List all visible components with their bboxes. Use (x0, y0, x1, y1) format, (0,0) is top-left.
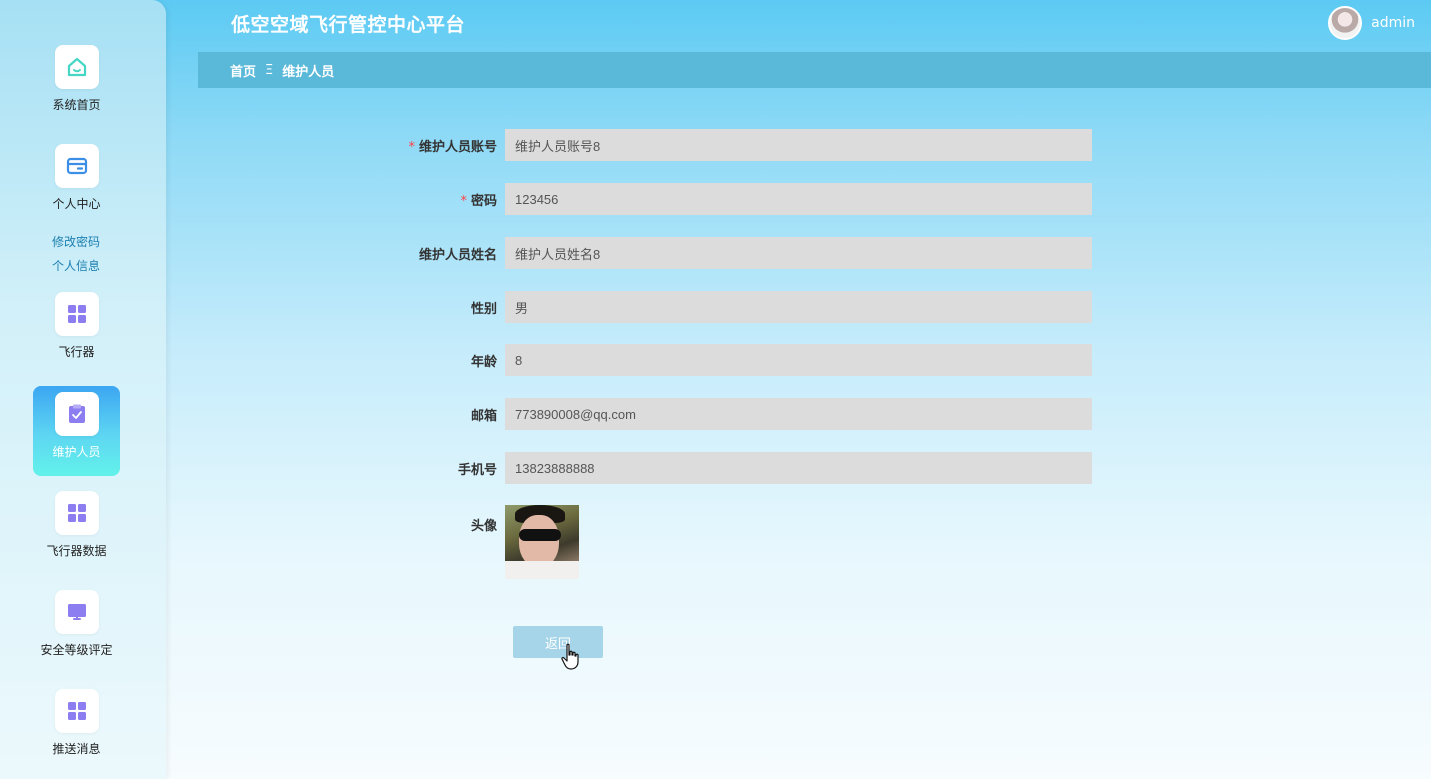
breadcrumb: 首页 Ξ 维护人员 (198, 52, 1431, 88)
breadcrumb-separator: Ξ (265, 62, 274, 78)
email-label: 邮箱 (470, 408, 497, 424)
avatar-label: 头像 (470, 519, 497, 534)
app-title: 低空空域飞行管控中心平台 (231, 14, 466, 36)
sidebar-item-home[interactable]: 系统首页 (33, 39, 120, 129)
grid-icon (55, 491, 99, 535)
account-label: * 维护人员账号 (408, 139, 497, 155)
sidebar-item-aircraft[interactable]: 飞行器 (33, 286, 120, 376)
wallet-icon (55, 144, 99, 188)
form-row-email: 邮箱 773890008@qq.com (380, 398, 1092, 430)
sidebar: 系统首页 个人中心 修改密码 个人信息 飞行器 维护人员 飞行器数据 安全等级评… (0, 0, 166, 779)
form-row-age: 年龄 8 (380, 344, 1092, 376)
monitor-icon (55, 590, 99, 634)
avatar[interactable] (1328, 6, 1363, 40)
phone-field[interactable]: 13823888888 (505, 452, 1092, 484)
gender-field[interactable]: 男 (505, 291, 1092, 323)
phone-label: 手机号 (457, 462, 497, 478)
back-button[interactable]: 返回 (513, 626, 603, 658)
hand-cursor-icon (561, 643, 579, 670)
breadcrumb-home[interactable]: 首页 (230, 61, 256, 80)
name-label: 维护人员姓名 (418, 247, 497, 263)
age-label: 年龄 (470, 354, 497, 370)
sidebar-item-maintenance-staff[interactable]: 维护人员 (33, 386, 120, 476)
form-row-name: 维护人员姓名 维护人员姓名8 (380, 237, 1092, 269)
sidebar-item-label: 飞行器 (58, 345, 95, 359)
email-field[interactable]: 773890008@qq.com (505, 398, 1092, 430)
clipboard-check-icon (55, 392, 99, 436)
form-row-gender: 性别 男 (380, 291, 1092, 323)
required-mark: * (460, 193, 467, 209)
sidebar-item-label: 推送消息 (52, 742, 101, 756)
sidebar-item-label: 维护人员 (52, 445, 101, 459)
username[interactable]: admin (1371, 15, 1415, 31)
avatar-image (505, 505, 579, 579)
password-field[interactable]: 123456 (505, 183, 1092, 215)
password-label: * 密码 (460, 193, 497, 209)
required-mark: * (408, 139, 415, 155)
age-field[interactable]: 8 (505, 344, 1092, 376)
sidebar-item-label: 系统首页 (52, 98, 101, 112)
sidebar-item-personal-center[interactable]: 个人中心 (33, 138, 120, 228)
form-row-avatar: 头像 (380, 505, 579, 579)
sidebar-item-safety-rating[interactable]: 安全等级评定 (33, 584, 120, 674)
form-row-password: * 密码 123456 (380, 183, 1092, 215)
user-menu[interactable]: admin (1328, 6, 1415, 40)
form-row-account: * 维护人员账号 维护人员账号8 (380, 129, 1092, 161)
sidebar-item-label: 个人中心 (52, 197, 101, 211)
sidebar-sub-personal-info[interactable]: 个人信息 (52, 257, 100, 274)
sidebar-sub-change-password[interactable]: 修改密码 (52, 233, 100, 250)
name-field[interactable]: 维护人员姓名8 (505, 237, 1092, 269)
gender-label: 性别 (470, 301, 497, 317)
form-row-phone: 手机号 13823888888 (380, 452, 1092, 484)
grid-icon (55, 689, 99, 733)
sidebar-item-push-message[interactable]: 推送消息 (33, 683, 120, 773)
sidebar-item-label: 安全等级评定 (40, 643, 113, 657)
grid-icon (55, 292, 99, 336)
home-icon (55, 45, 99, 89)
account-field[interactable]: 维护人员账号8 (505, 129, 1092, 161)
breadcrumb-current: 维护人员 (282, 64, 335, 80)
sidebar-item-aircraft-data[interactable]: 飞行器数据 (33, 485, 120, 575)
sidebar-item-label: 飞行器数据 (46, 544, 107, 558)
